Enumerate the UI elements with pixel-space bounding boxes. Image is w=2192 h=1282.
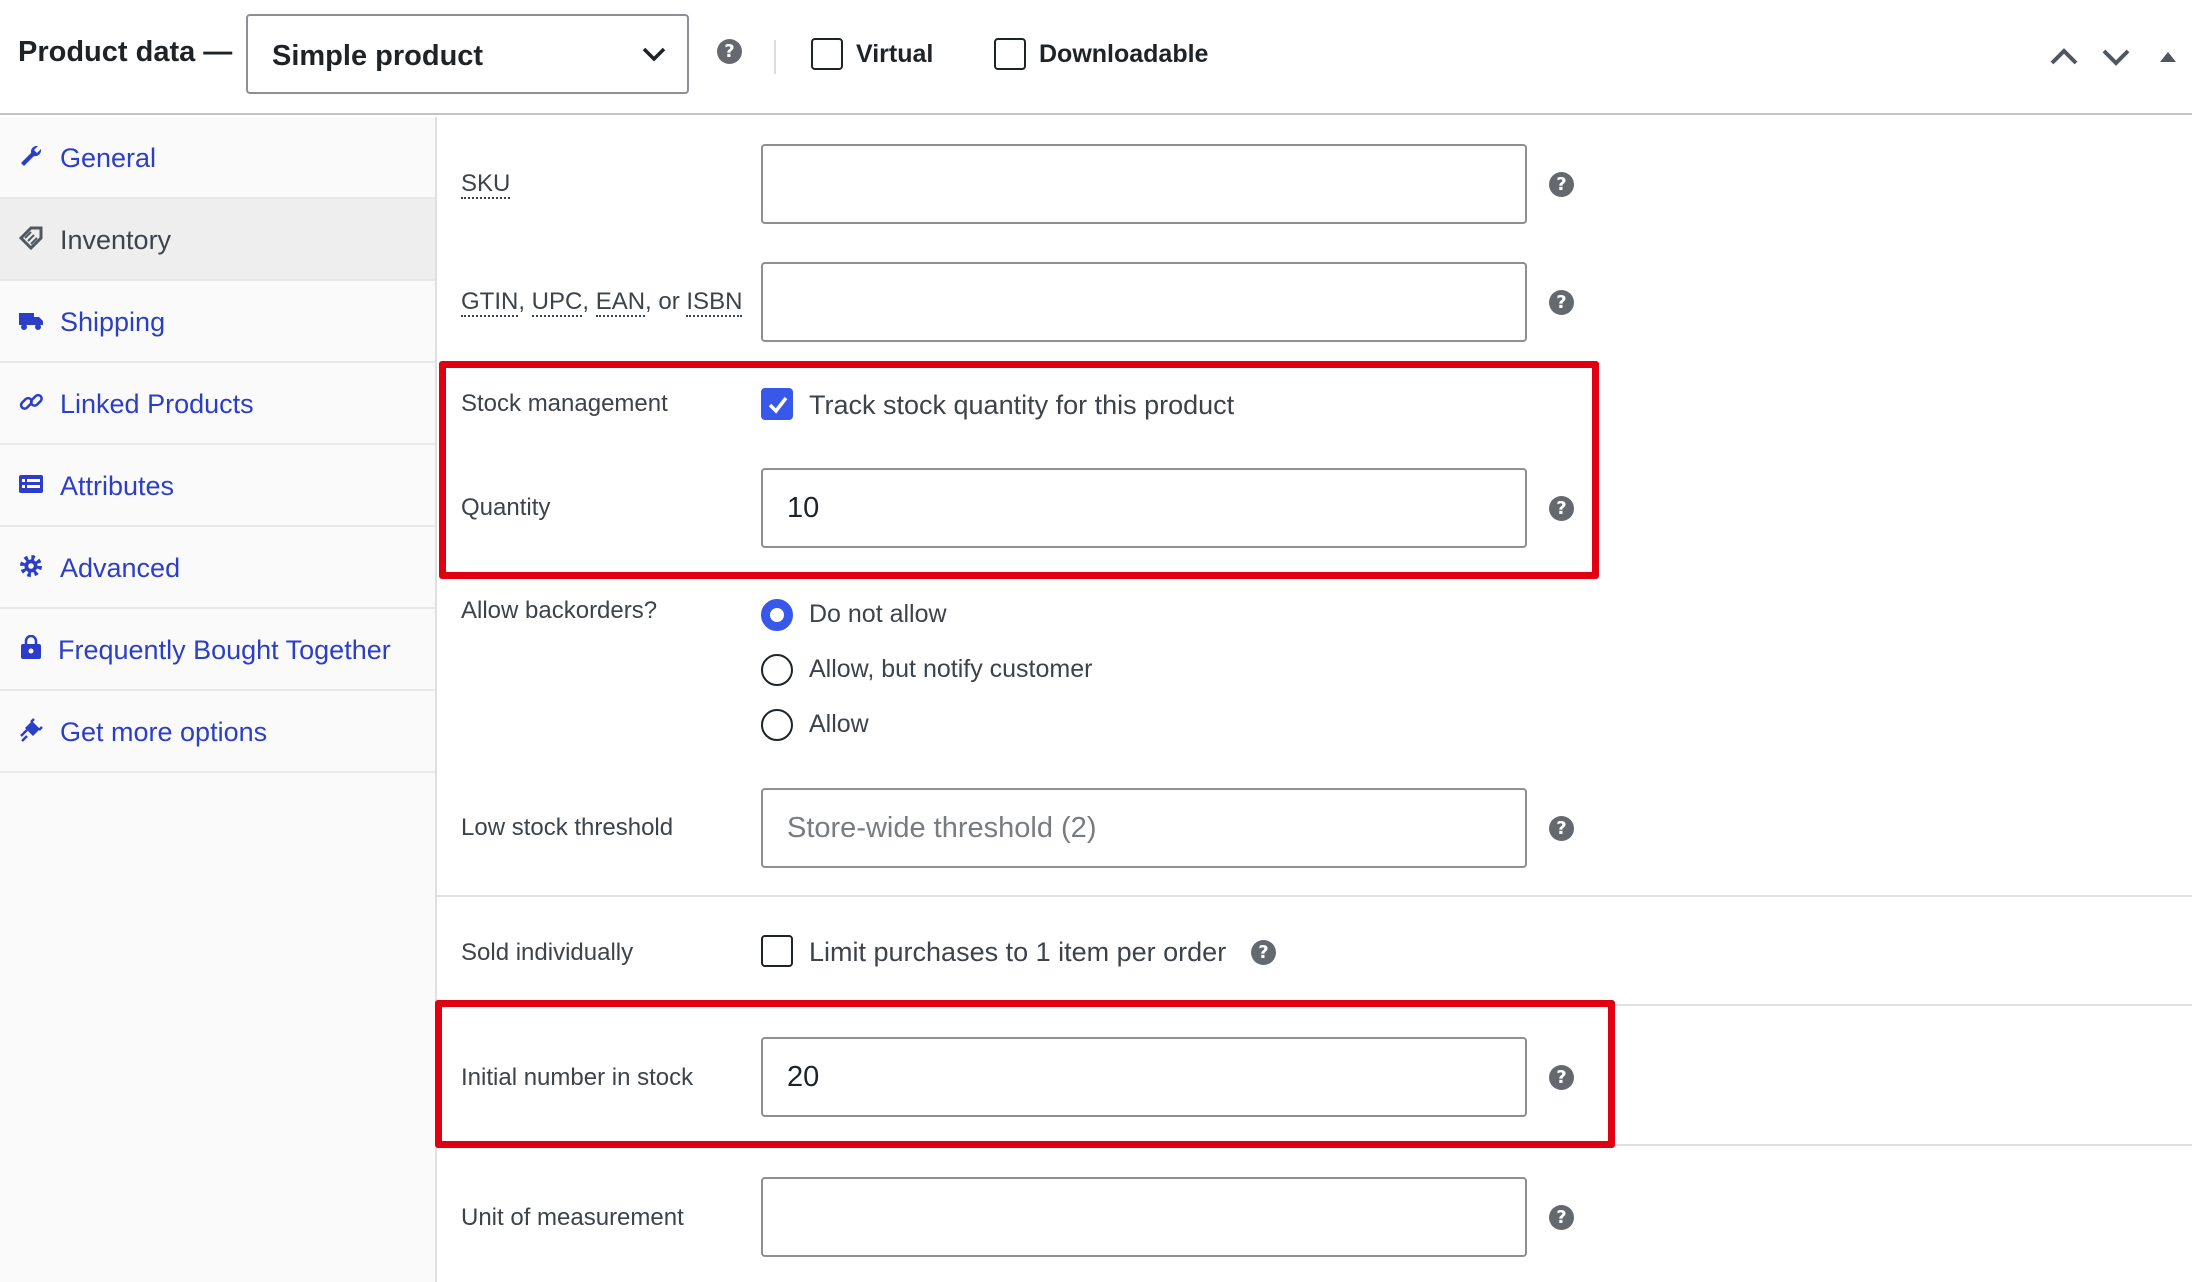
track-stock-label: Track stock quantity for this product	[809, 390, 1235, 420]
help-icon[interactable]: ?	[1549, 816, 1574, 841]
gtin-label: GTIN, UPC, EAN, or ISBN	[461, 288, 743, 317]
tab-attributes[interactable]: Attributes	[0, 445, 435, 527]
help-icon[interactable]: ?	[1549, 1065, 1574, 1090]
unit-of-measurement-input[interactable]	[761, 1177, 1527, 1257]
collapse-triangle-icon[interactable]	[2151, 40, 2185, 74]
gtin-abbr: GTIN	[461, 288, 519, 317]
backorder-do-not-allow-label: Do not allow	[809, 600, 947, 628]
section-divider	[437, 895, 2192, 897]
backorder-allow-radio[interactable]	[761, 709, 793, 741]
tab-frequently-bought-together[interactable]: Frequently Bought Together	[0, 609, 435, 691]
tab-attributes-label: Attributes	[60, 471, 175, 501]
header-divider	[774, 40, 776, 74]
section-divider	[437, 1004, 2192, 1006]
help-icon[interactable]: ?	[1549, 1205, 1574, 1230]
tab-advanced[interactable]: Advanced	[0, 527, 435, 609]
tab-shipping-label: Shipping	[60, 307, 166, 337]
plug-icon	[20, 718, 43, 742]
chevron-down-icon	[642, 47, 666, 62]
checkmark-icon	[768, 396, 788, 414]
low-stock-label: Low stock threshold	[461, 814, 674, 841]
tab-advanced-label: Advanced	[60, 553, 181, 583]
product-data-header: Product data — Simple product ? Virtual …	[0, 0, 2192, 115]
backorder-do-not-allow-radio[interactable]	[761, 599, 793, 631]
ean-abbr: EAN	[595, 288, 646, 317]
tab-get-more-options[interactable]: Get more options	[0, 691, 435, 773]
tab-inventory[interactable]: Inventory	[0, 199, 435, 281]
sku-input[interactable]	[761, 144, 1527, 224]
virtual-label: Virtual	[856, 40, 934, 68]
tag-icon	[18, 226, 43, 251]
gear-icon	[20, 555, 42, 577]
help-icon[interactable]: ?	[1549, 172, 1574, 197]
isbn-abbr: ISBN	[686, 288, 743, 317]
virtual-checkbox[interactable]	[811, 38, 843, 70]
sku-label: SKU	[461, 170, 511, 199]
initial-stock-input[interactable]	[761, 1037, 1527, 1117]
unit-of-measurement-label: Unit of measurement	[461, 1204, 684, 1231]
bag-icon	[21, 635, 41, 659]
downloadable-checkbox[interactable]	[994, 38, 1026, 70]
tab-linked-products[interactable]: Linked Products	[0, 363, 435, 445]
tab-linked-products-label: Linked Products	[60, 389, 254, 419]
upc-abbr: UPC	[531, 288, 583, 317]
sold-individually-checkbox[interactable]	[761, 935, 793, 967]
product-data-title: Product data —	[18, 36, 233, 68]
quantity-label: Quantity	[461, 494, 551, 521]
tab-inventory-label: Inventory	[60, 225, 172, 255]
track-stock-checkbox[interactable]	[761, 388, 793, 420]
tab-shipping[interactable]: Shipping	[0, 281, 435, 363]
initial-stock-label: Initial number in stock	[461, 1064, 694, 1091]
wrench-icon	[21, 145, 42, 166]
tab-frequently-bought-together-label: Frequently Bought Together	[58, 635, 391, 665]
gtin-input[interactable]	[761, 262, 1527, 342]
stock-management-label: Stock management	[461, 390, 668, 417]
gtin-sep: , or	[645, 288, 687, 315]
product-data-tabs: General Inventory Shipping Linked Produc…	[0, 117, 437, 1282]
backorders-label: Allow backorders?	[461, 597, 658, 624]
backorder-allow-label: Allow	[809, 710, 869, 738]
low-stock-input[interactable]	[761, 788, 1527, 868]
truck-icon	[19, 313, 43, 330]
section-divider	[437, 1144, 2192, 1146]
backorder-notify-label: Allow, but notify customer	[809, 655, 1093, 683]
inventory-panel: SKU ? GTIN, UPC, EAN, or ISBN ? Stock ma…	[437, 117, 2192, 1282]
help-icon[interactable]: ?	[1549, 290, 1574, 315]
gtin-sep: ,	[582, 288, 596, 315]
move-down-chevron-icon[interactable]	[2099, 40, 2133, 74]
downloadable-label: Downloadable	[1039, 40, 1209, 68]
link-icon	[19, 393, 43, 410]
backorder-notify-radio[interactable]	[761, 654, 793, 686]
sku-abbr: SKU	[461, 170, 511, 199]
gtin-sep: ,	[518, 288, 532, 315]
quantity-input[interactable]	[761, 468, 1527, 548]
product-type-value: Simple product	[272, 40, 484, 72]
tab-get-more-options-label: Get more options	[60, 717, 268, 747]
help-icon[interactable]: ?	[1549, 496, 1574, 521]
help-icon[interactable]: ?	[1251, 940, 1276, 965]
help-icon[interactable]: ?	[717, 39, 742, 64]
move-up-chevron-icon[interactable]	[2047, 40, 2081, 74]
list-icon	[19, 475, 43, 493]
sold-individually-label: Sold individually	[461, 939, 634, 966]
product-type-select[interactable]: Simple product	[246, 14, 689, 94]
tab-general[interactable]: General	[0, 117, 435, 199]
tab-general-label: General	[60, 143, 157, 173]
limit-purchases-label: Limit purchases to 1 item per order	[809, 937, 1227, 967]
